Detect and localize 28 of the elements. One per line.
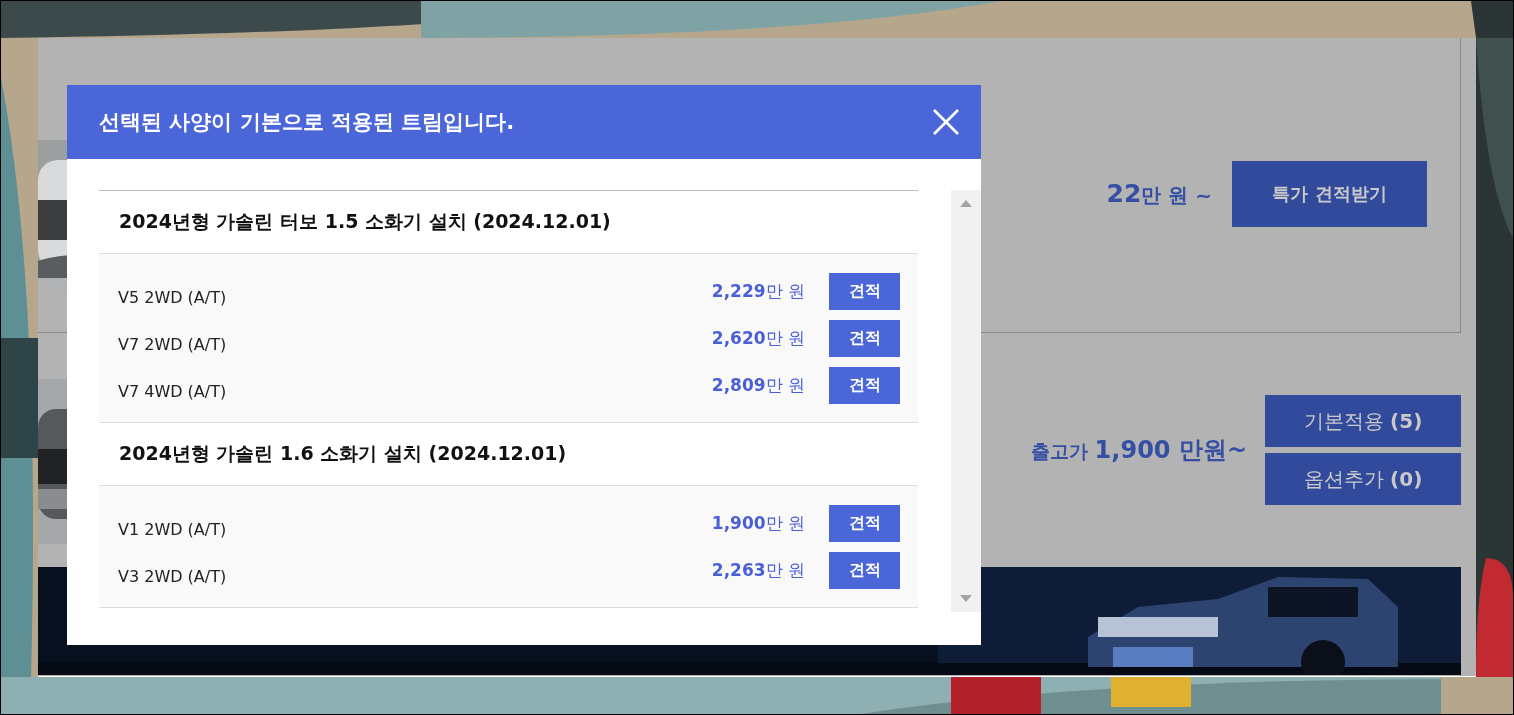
trim-name: V5 2WD (A/T): [118, 287, 227, 307]
option-button[interactable]: 옵션추가 (0): [1265, 453, 1461, 505]
group-title: 2024년형 가솔린 1.6 소화기 설치 (2024.12.01): [118, 441, 568, 466]
quote-button[interactable]: 견적: [829, 552, 900, 589]
quote-button[interactable]: 견적: [829, 505, 900, 542]
trim-price: 2,809만 원: [711, 374, 805, 397]
option-button[interactable]: 기본적용 (5): [1265, 395, 1461, 447]
trim-name: V7 4WD (A/T): [118, 381, 227, 401]
modal-title: 선택된 사양이 기본으로 적용된 트림입니다.: [99, 109, 515, 136]
trim-price: 1,900만 원: [711, 512, 805, 535]
group-title: 2024년형 가솔린 터보 1.5 소화기 설치 (2024.12.01): [118, 209, 612, 234]
arrow-down-icon[interactable]: [960, 595, 972, 602]
trim-name: V1 2WD (A/T): [118, 519, 227, 539]
scrollbar[interactable]: [951, 190, 981, 612]
close-button[interactable]: [931, 107, 961, 137]
trim-price: 2,229만 원: [711, 280, 805, 303]
trim-price: 2,620만 원: [711, 327, 805, 350]
trim-price: 2,263만 원: [711, 559, 805, 582]
quote-button[interactable]: 특가 견적받기: [1232, 161, 1427, 227]
trim-name: V3 2WD (A/T): [118, 566, 227, 586]
price-text: 22만 원 ~: [1106, 179, 1212, 209]
arrow-up-icon[interactable]: [960, 200, 972, 207]
quote-button[interactable]: 견적: [829, 273, 900, 310]
quote-button[interactable]: 견적: [829, 367, 900, 404]
quote-button[interactable]: 견적: [829, 320, 900, 357]
trim-name: V7 2WD (A/T): [118, 334, 227, 354]
price-text: 출고가 1,900 만원~: [1031, 435, 1247, 466]
close-icon: [932, 108, 960, 136]
